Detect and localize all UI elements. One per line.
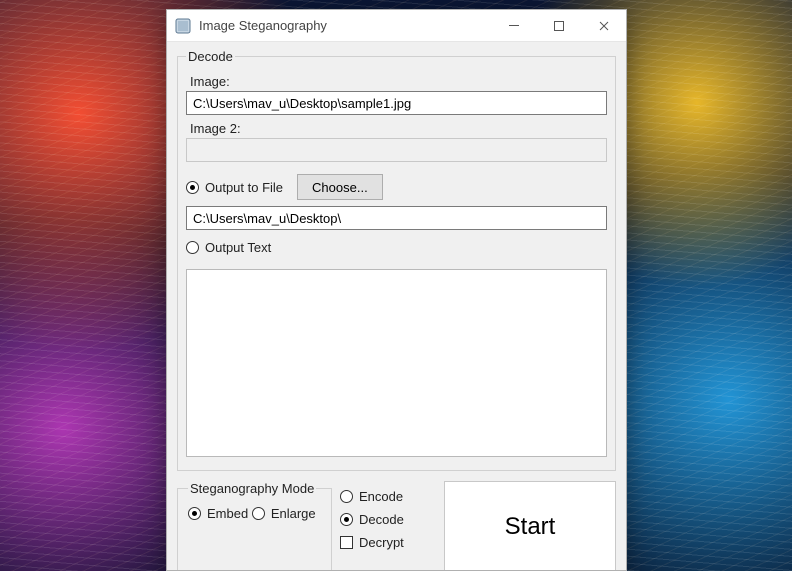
minimize-button[interactable] xyxy=(491,10,536,42)
encode-label: Encode xyxy=(359,489,403,504)
app-icon xyxy=(175,18,191,34)
decrypt-checkbox[interactable]: Decrypt xyxy=(340,535,436,550)
start-button[interactable]: Start xyxy=(444,481,616,570)
image-label: Image: xyxy=(190,74,607,89)
image-path-input[interactable] xyxy=(186,91,607,115)
decrypt-label: Decrypt xyxy=(359,535,404,550)
image2-path-input[interactable] xyxy=(186,138,607,162)
decode-radio[interactable]: Decode xyxy=(340,512,436,527)
radio-indicator-icon xyxy=(340,490,353,503)
choose-button[interactable]: Choose... xyxy=(297,174,383,200)
titlebar[interactable]: Image Steganography xyxy=(167,10,626,42)
output-text-area[interactable] xyxy=(186,269,607,457)
output-text-radio[interactable]: Output Text xyxy=(186,240,271,255)
mode-option-label: Enlarge xyxy=(271,506,316,521)
window-title: Image Steganography xyxy=(199,18,327,33)
output-text-label: Output Text xyxy=(205,240,271,255)
client-area: Decode Image: Image 2: Output to File Ch… xyxy=(167,42,626,570)
radio-indicator-icon xyxy=(186,241,199,254)
decode-label: Decode xyxy=(359,512,404,527)
bottom-row: Steganography Mode Embed Enlarge Encode xyxy=(177,481,616,570)
mode-group: Steganography Mode Embed Enlarge xyxy=(177,481,332,570)
output-path-input[interactable] xyxy=(186,206,607,230)
mode-enlarge-radio[interactable]: Enlarge xyxy=(252,506,316,521)
checkbox-indicator-icon xyxy=(340,536,353,549)
radio-indicator-icon xyxy=(186,181,199,194)
radio-indicator-icon xyxy=(188,507,201,520)
output-to-file-radio[interactable]: Output to File xyxy=(186,180,283,195)
radio-indicator-icon xyxy=(340,513,353,526)
maximize-button[interactable] xyxy=(536,10,581,42)
start-label: Start xyxy=(505,513,556,541)
close-button[interactable] xyxy=(581,10,626,42)
radio-indicator-icon xyxy=(252,507,265,520)
mode-embed-radio[interactable]: Embed xyxy=(188,506,248,521)
output-to-file-label: Output to File xyxy=(205,180,283,195)
encode-radio[interactable]: Encode xyxy=(340,489,436,504)
mode-option-label: Embed xyxy=(207,506,248,521)
decode-legend: Decode xyxy=(186,49,235,64)
decode-group: Decode Image: Image 2: Output to File Ch… xyxy=(177,49,616,471)
encode-decode-options: Encode Decode Decrypt xyxy=(340,481,436,570)
mode-legend: Steganography Mode xyxy=(188,481,316,496)
app-window: Image Steganography Decode Image: Image … xyxy=(166,9,627,571)
image2-label: Image 2: xyxy=(190,121,607,136)
